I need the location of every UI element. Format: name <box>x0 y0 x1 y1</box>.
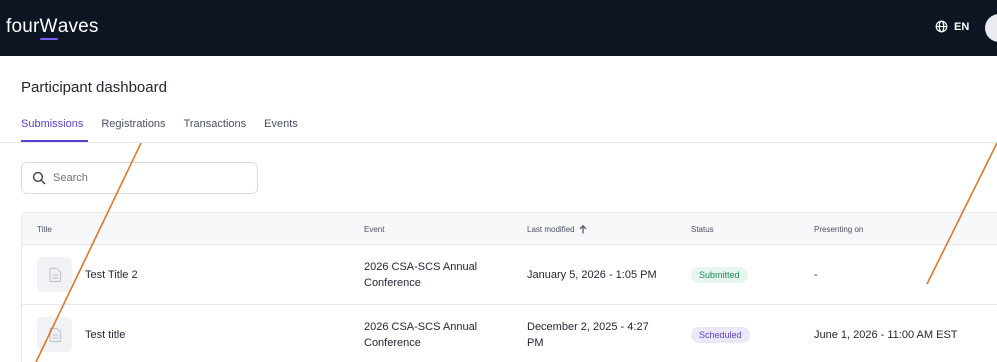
submission-title[interactable]: Test title <box>85 329 125 341</box>
search-input[interactable] <box>53 172 233 184</box>
table-row[interactable]: Test title 2026 CSA-SCS Annual Conferenc… <box>22 305 997 362</box>
status-badge: Scheduled <box>691 326 750 343</box>
event-name: 2026 CSA-SCS Annual Conference <box>364 320 478 349</box>
sort-ascending-icon <box>579 225 587 234</box>
status-cell: Submitted <box>691 266 748 283</box>
column-header-title[interactable]: Title <box>37 225 52 234</box>
presenting-on-date: June 1, 2026 - 11:00 AM EST <box>814 328 958 341</box>
tab-events[interactable]: Events <box>264 118 298 130</box>
page-title: Participant dashboard <box>21 79 167 96</box>
submissions-table: Title Event Last modified Status Present… <box>21 212 997 362</box>
column-header-event[interactable]: Event <box>364 225 384 234</box>
table-row[interactable]: Test Title 2 2026 CSA-SCS Annual Confere… <box>22 245 997 305</box>
tab-registrations[interactable]: Registrations <box>101 118 165 130</box>
tab-submissions[interactable]: Submissions <box>21 118 83 130</box>
dashboard-tabs: Submissions Registrations Transactions E… <box>21 118 298 130</box>
last-modified-date: January 5, 2026 - 1:05 PM <box>527 268 657 281</box>
language-selector[interactable]: EN <box>935 20 969 33</box>
user-avatar[interactable] <box>985 14 997 42</box>
fourwaves-logo[interactable]: fourWaves <box>6 16 99 40</box>
search-box[interactable] <box>21 162 258 194</box>
table-header: Title Event Last modified Status Present… <box>22 213 997 245</box>
search-icon <box>32 171 46 185</box>
presenting-on-date: - <box>814 268 818 281</box>
top-navigation-bar: fourWaves EN <box>0 0 997 56</box>
globe-icon <box>935 20 948 33</box>
event-name: 2026 CSA-SCS Annual Conference <box>364 260 478 289</box>
last-modified-date: December 2, 2025 - 4:27 PM <box>527 320 649 349</box>
status-cell: Scheduled <box>691 326 750 343</box>
tabs-divider <box>0 142 997 143</box>
document-icon <box>37 257 72 292</box>
submission-title[interactable]: Test Title 2 <box>85 269 138 281</box>
status-badge: Submitted <box>691 266 748 283</box>
column-header-status[interactable]: Status <box>691 225 714 234</box>
tab-transactions[interactable]: Transactions <box>184 118 247 130</box>
column-header-last-modified[interactable]: Last modified <box>527 225 587 234</box>
column-header-presenting-on[interactable]: Presenting on <box>814 225 863 234</box>
column-header-last-modified-label: Last modified <box>527 225 575 234</box>
language-label: EN <box>954 20 970 33</box>
document-icon <box>37 317 72 352</box>
